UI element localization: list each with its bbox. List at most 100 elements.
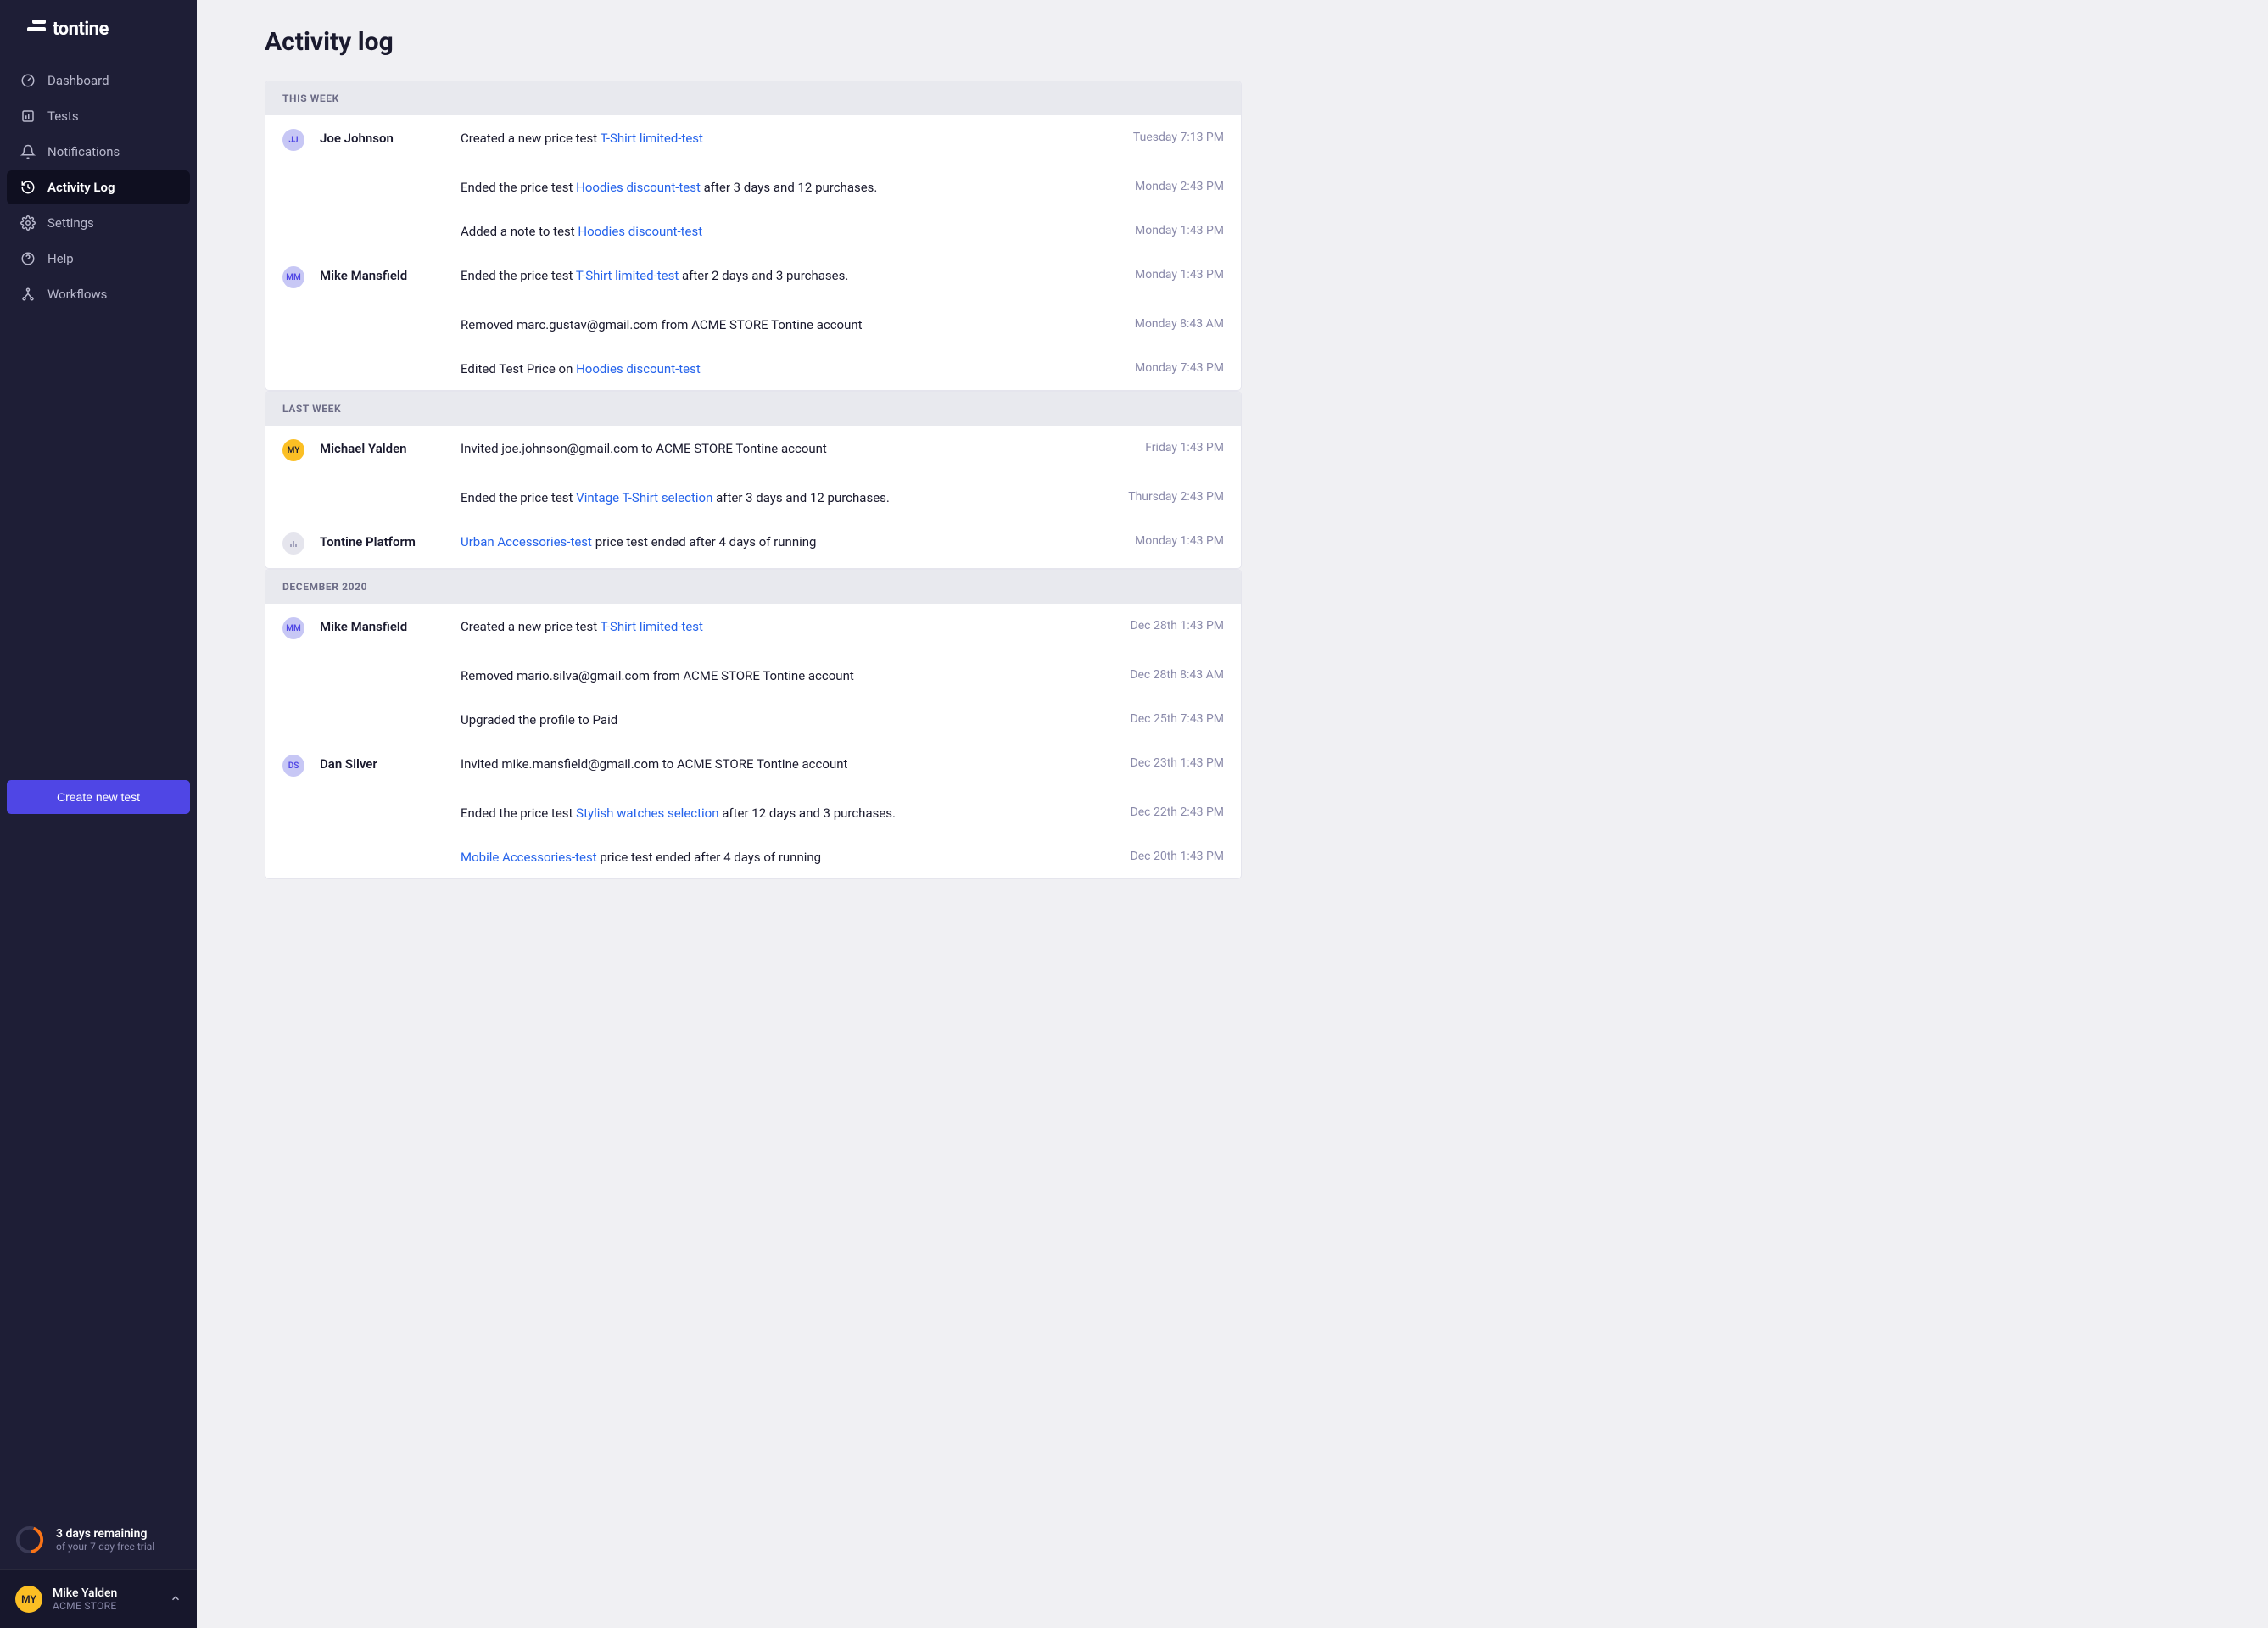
log-row-time: Monday 1:43 PM <box>1135 222 1224 237</box>
log-row-time: Dec 28th 8:43 AM <box>1130 666 1224 682</box>
page-title: Activity log <box>265 27 1242 57</box>
sidebar-item-notifications[interactable]: Notifications <box>7 135 190 169</box>
log-row-description: Created a new price test T-Shirt limited… <box>461 617 1117 634</box>
log-row-link[interactable]: T-Shirt limited-test <box>576 268 679 283</box>
log-section: THIS WEEKJJJoe JohnsonCreated a new pric… <box>265 81 1242 391</box>
logo[interactable]: tontine <box>0 0 197 55</box>
platform-avatar <box>282 532 304 555</box>
bar-icon <box>20 109 36 124</box>
log-row: Ended the price test Stylish watches sel… <box>265 790 1241 834</box>
sidebar-item-tests[interactable]: Tests <box>7 99 190 133</box>
user-store: ACME STORE <box>53 1600 117 1612</box>
log-row-time: Monday 7:43 PM <box>1135 360 1224 375</box>
log-row-link[interactable]: Mobile Accessories-test <box>461 850 597 865</box>
log-row: MMMike MansfieldEnded the price test T-S… <box>265 253 1241 302</box>
log-row: Edited Test Price on Hoodies discount-te… <box>265 346 1241 390</box>
log-row-avatar-cell: MM <box>282 617 306 639</box>
create-test-button[interactable]: Create new test <box>7 780 190 814</box>
log-row-description: Added a note to test Hoodies discount-te… <box>461 222 1121 239</box>
avatar: MM <box>282 266 304 288</box>
log-row: Ended the price test Vintage T-Shirt sel… <box>265 475 1241 519</box>
log-row-avatar-cell: DS <box>282 755 306 777</box>
sidebar-item-help[interactable]: Help <box>7 242 190 276</box>
log-row-time: Monday 1:43 PM <box>1135 532 1224 548</box>
sidebar-item-label: Workflows <box>47 287 107 302</box>
gauge-icon <box>20 73 36 88</box>
log-row-link[interactable]: Hoodies discount-test <box>576 180 701 195</box>
log-row: Removed mario.silva@gmail.com from ACME … <box>265 653 1241 697</box>
log-row-user <box>320 666 447 668</box>
log-row-description: Edited Test Price on Hoodies discount-te… <box>461 360 1121 376</box>
log-section: LAST WEEKMYMichael YaldenInvited joe.joh… <box>265 391 1242 569</box>
avatar: MY <box>282 439 304 461</box>
sidebar-item-workflows[interactable]: Workflows <box>7 277 190 311</box>
log-row-user: Mike Mansfield <box>320 617 447 634</box>
log-row-link[interactable]: T-Shirt limited-test <box>601 619 703 634</box>
user-box[interactable]: MY Mike Yalden ACME STORE <box>0 1569 197 1628</box>
log-row-description: Urban Accessories-test price test ended … <box>461 532 1121 549</box>
log-row-user <box>320 711 447 712</box>
log-row-description: Removed marc.gustav@gmail.com from ACME … <box>461 315 1121 332</box>
main: Activity log THIS WEEKJJJoe JohnsonCreat… <box>197 0 1282 1628</box>
log-row-user <box>320 848 447 850</box>
log-row-link[interactable]: Urban Accessories-test <box>461 534 592 549</box>
log-row-description: Ended the price test Hoodies discount-te… <box>461 178 1121 195</box>
sidebar-item-label: Dashboard <box>47 73 109 88</box>
activity-log: THIS WEEKJJJoe JohnsonCreated a new pric… <box>265 81 1242 879</box>
log-row-description: Upgraded the profile to Paid <box>461 711 1117 728</box>
log-row-user <box>320 178 447 180</box>
log-row-time: Friday 1:43 PM <box>1145 439 1224 454</box>
log-row-time: Dec 23th 1:43 PM <box>1131 755 1224 770</box>
logo-text: tontine <box>53 19 109 40</box>
log-row-link[interactable]: Stylish watches selection <box>576 806 718 821</box>
log-row-avatar-cell: MM <box>282 266 306 288</box>
section-header: LAST WEEK <box>265 392 1241 426</box>
log-row-user: Joe Johnson <box>320 129 447 146</box>
trial-box[interactable]: 3 days remaining of your 7-day free tria… <box>0 1512 197 1569</box>
log-section: DECEMBER 2020 MM Mike Mansfield Created a n… <box>265 569 1242 879</box>
gear-icon <box>20 215 36 231</box>
log-row-user <box>320 360 447 361</box>
sidebar-item-settings[interactable]: Settings <box>7 206 190 240</box>
nav: Dashboard Tests Notifications Activity Log S… <box>0 55 197 768</box>
log-row-link[interactable]: Hoodies discount-test <box>578 224 702 239</box>
log-row-user <box>320 804 447 806</box>
log-row-description: Mobile Accessories-test price test ended… <box>461 848 1117 865</box>
log-row-description: Ended the price test Vintage T-Shirt sel… <box>461 488 1114 505</box>
workflow-icon <box>20 287 36 302</box>
log-row-avatar-cell <box>282 532 306 555</box>
log-row: Upgraded the profile to Paid Dec 25th 7:4… <box>265 697 1241 741</box>
sidebar-item-dashboard[interactable]: Dashboard <box>7 64 190 98</box>
trial-sub: of your 7-day free trial <box>56 1541 154 1553</box>
user-name: Mike Yalden <box>53 1586 117 1600</box>
chevron-up-icon <box>170 1592 182 1608</box>
avatar: MY <box>15 1586 42 1613</box>
log-row-description: Removed mario.silva@gmail.com from ACME … <box>461 666 1116 683</box>
log-row-avatar-cell: MY <box>282 439 306 461</box>
sidebar-item-activity-log[interactable]: Activity Log <box>7 170 190 204</box>
log-row-time: Dec 20th 1:43 PM <box>1131 848 1224 863</box>
sidebar-item-label: Notifications <box>47 144 120 159</box>
log-row-link[interactable]: Hoodies discount-test <box>576 361 701 376</box>
log-row-time: Dec 25th 7:43 PM <box>1131 711 1224 726</box>
log-row-time: Thursday 2:43 PM <box>1128 488 1224 504</box>
log-row: Removed marc.gustav@gmail.com from ACME … <box>265 302 1241 346</box>
sidebar: tontine Dashboard Tests Notifications Activ… <box>0 0 197 1628</box>
log-row-time: Tuesday 7:13 PM <box>1133 129 1224 144</box>
log-row-description: Invited joe.johnson@gmail.com to ACME ST… <box>461 439 1131 456</box>
log-row: JJJoe JohnsonCreated a new price test T-… <box>265 115 1241 164</box>
log-row-time: Dec 22th 2:43 PM <box>1131 804 1224 819</box>
log-row-user: Dan Silver <box>320 755 447 772</box>
log-row-user: Mike Mansfield <box>320 266 447 283</box>
log-row-time: Monday 8:43 AM <box>1135 315 1224 331</box>
log-row-time: Monday 1:43 PM <box>1135 266 1224 282</box>
log-row: MYMichael YaldenInvited joe.johnson@gmai… <box>265 426 1241 475</box>
sidebar-item-label: Settings <box>47 215 94 231</box>
help-icon <box>20 251 36 266</box>
log-row-description: Invited mike.mansfield@gmail.com to ACME… <box>461 755 1117 772</box>
log-row-link[interactable]: T-Shirt limited-test <box>601 131 703 146</box>
log-row-avatar-cell: JJ <box>282 129 306 151</box>
section-header: DECEMBER 2020 <box>265 570 1241 604</box>
log-row-link[interactable]: Vintage T-Shirt selection <box>576 490 712 505</box>
sidebar-item-label: Activity Log <box>47 180 115 195</box>
